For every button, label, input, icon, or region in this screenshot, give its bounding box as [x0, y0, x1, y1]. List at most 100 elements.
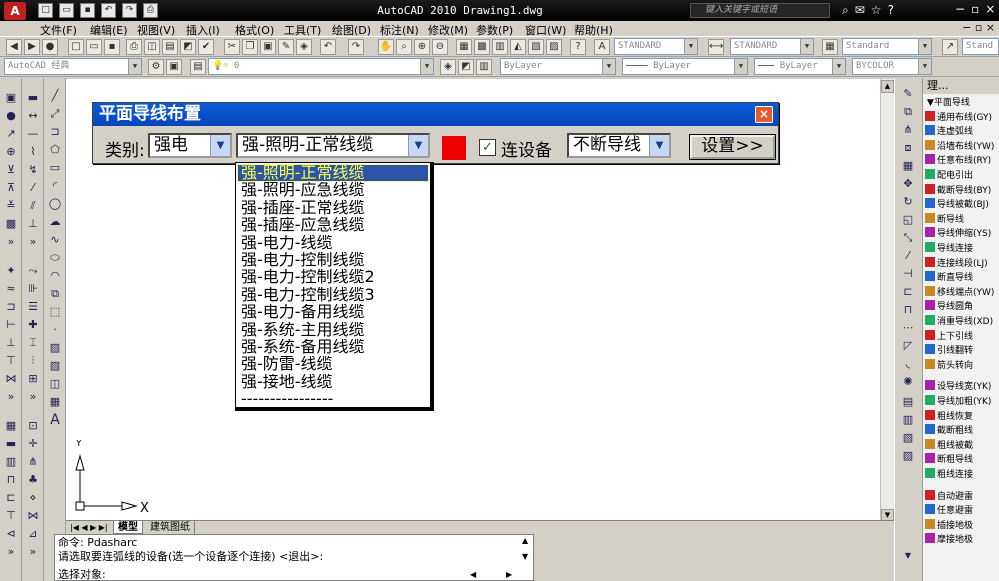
arc-icon[interactable]: ◜ — [47, 178, 63, 194]
command-scroll-down-icon[interactable]: ▼ — [522, 552, 528, 561]
undo-icon[interactable]: ↶ — [101, 3, 116, 18]
wire-color-swatch[interactable] — [442, 136, 466, 160]
screen-menu-item[interactable]: 导线伸缩(YS) — [925, 227, 999, 241]
tool-icon[interactable]: ⋈ — [25, 508, 41, 524]
tool-icon[interactable]: ⊥ — [25, 216, 41, 232]
3d-dwf-icon[interactable]: ◩ — [180, 39, 196, 55]
print-icon[interactable]: ⎙ — [126, 39, 142, 55]
screen-menu-item[interactable]: 任意避雷 — [925, 504, 999, 518]
paste-icon[interactable]: ▣ — [260, 39, 276, 55]
tool-icon[interactable]: ≚ — [3, 198, 19, 214]
screen-menu-item[interactable]: 上下引线 — [925, 329, 999, 344]
tool-icon[interactable]: ♣ — [25, 472, 41, 488]
screen-menu-item[interactable]: 断直导线 — [925, 271, 999, 285]
doc-window-controls[interactable]: − ▫ × — [962, 21, 995, 34]
mtext-icon[interactable]: A — [47, 412, 63, 428]
open-icon[interactable]: ▭ — [86, 39, 102, 55]
zoom-window-icon[interactable]: ⊕ — [414, 39, 430, 55]
toolbar-scroll-icon[interactable]: ▼ — [900, 548, 916, 564]
text-style-select[interactable]: STANDARD ▼ — [614, 38, 698, 55]
tool-icon[interactable]: ↗ — [3, 126, 19, 142]
screen-menu-item[interactable]: 配电引出 — [925, 169, 999, 183]
screen-menu-item[interactable]: 消重导线(XD) — [925, 315, 999, 329]
command-scroll-left-icon[interactable]: ◀ — [470, 570, 476, 579]
tool-icon[interactable]: ▥ — [3, 454, 19, 470]
tool-icon[interactable]: ☰ — [25, 299, 41, 315]
more-icon[interactable]: » — [3, 389, 19, 405]
tool-icon[interactable]: ↯ — [25, 162, 41, 178]
screen-menu-item[interactable]: 导线被截(BJ) — [925, 198, 999, 212]
more-icon[interactable]: » — [3, 234, 19, 250]
workspace-select[interactable]: AutoCAD 经典 ▼ — [4, 58, 142, 75]
tool-icon[interactable]: ▦ — [3, 418, 19, 434]
screen-menu-item[interactable]: 导线连接 — [925, 242, 999, 256]
hatch-icon[interactable]: ▨ — [47, 340, 63, 356]
tool-icon[interactable]: ⋈ — [3, 371, 19, 387]
undo-tb-icon[interactable]: ↶ — [320, 39, 336, 55]
dropdown-option[interactable]: 强-照明-正常线缆 — [237, 164, 429, 182]
mirror-icon[interactable]: ⋔ — [900, 122, 916, 138]
tool-icon[interactable]: ▬ — [25, 90, 41, 106]
screen-menu-item[interactable]: 粗线被截 — [925, 438, 999, 453]
multileader-style-icon[interactable]: ↗ — [942, 39, 958, 55]
save-icon[interactable]: ▪ — [80, 3, 95, 18]
markup-icon[interactable]: ▧ — [528, 39, 544, 55]
tool-icon[interactable]: ⊓ — [3, 472, 19, 488]
tool-icon[interactable]: ⊻ — [3, 162, 19, 178]
break-at-point-icon[interactable]: ⊏ — [900, 284, 916, 300]
design-center-icon[interactable]: ▩ — [474, 39, 490, 55]
wire-mode-select[interactable]: 不断导线 ▼ — [567, 133, 671, 158]
array-icon[interactable]: ▦ — [900, 158, 916, 174]
publish-icon[interactable]: ▤ — [162, 39, 178, 55]
break-icon[interactable]: ⊓ — [900, 302, 916, 318]
menu-dimension[interactable]: 标注(N) — [380, 22, 419, 38]
tab-layout[interactable]: 建筑图纸 — [146, 521, 195, 534]
screen-menu-item[interactable]: 断粗导线 — [925, 453, 999, 467]
screen-menu-item[interactable]: 通用布线(GY) — [925, 110, 999, 125]
dim-style-select[interactable]: STANDARD ▼ — [730, 38, 814, 55]
draworder-icon[interactable]: ▤ — [900, 394, 916, 410]
screen-menu-item[interactable]: 截断导线(BY) — [925, 183, 999, 198]
dropdown-option[interactable]: 强-照明-应急线缆 — [238, 182, 428, 198]
settings-button[interactable]: 设置>> — [689, 134, 776, 160]
plot-icon[interactable]: ⎙ — [143, 3, 158, 18]
tool-icon[interactable]: ⊐ — [3, 299, 19, 315]
layer-previous-icon[interactable]: ◩ — [458, 59, 474, 75]
category-select[interactable]: 强电 ▼ — [148, 133, 232, 158]
dropdown-option[interactable]: 强-插座-应急线缆 — [238, 217, 428, 233]
screen-menu-item[interactable]: 连虚弧线 — [925, 125, 999, 139]
help-tb-icon[interactable]: ? — [570, 39, 586, 55]
color-select[interactable]: ByLayer ▼ — [500, 58, 616, 75]
rotate-icon[interactable]: ↻ — [900, 194, 916, 210]
tool-icon[interactable]: ≈ — [3, 281, 19, 297]
app-logo-icon[interactable]: A — [4, 2, 26, 20]
screen-menu-item[interactable]: ▼平面导线 — [925, 96, 999, 110]
tab-nav-arrows[interactable]: |◀ ◀ ▶ ▶| — [66, 521, 112, 534]
workspace-settings-icon[interactable]: ⚙ — [148, 59, 164, 75]
scroll-up-icon[interactable]: ▲ — [881, 80, 894, 93]
tool-icon[interactable]: ⌇ — [25, 144, 41, 160]
dropdown-option[interactable]: 强-电力-控制线缆 — [238, 252, 428, 268]
gradient-icon[interactable]: ▧ — [47, 358, 63, 374]
zoom-realtime-icon[interactable]: ⌕ — [396, 39, 412, 55]
table-icon[interactable]: ▦ — [47, 394, 63, 410]
screen-menu-item[interactable]: 引线翻转 — [925, 344, 999, 358]
erase-icon[interactable]: ✎ — [900, 86, 916, 102]
construction-line-icon[interactable]: ⤢ — [47, 106, 63, 122]
screen-menu-item[interactable]: 摩接地极 — [925, 533, 999, 547]
menu-edit[interactable]: 编辑(E) — [90, 22, 128, 38]
sheet-set-icon[interactable]: ◭ — [510, 39, 526, 55]
menu-help[interactable]: 帮助(H) — [574, 22, 613, 38]
close-icon[interactable]: × — [985, 2, 995, 16]
binoculars-icon[interactable]: ⌕ — [842, 3, 849, 18]
screen-menu-item[interactable]: 粗线恢复 — [925, 409, 999, 424]
vertical-scrollbar[interactable]: ▲ ▼ — [880, 79, 894, 522]
dropdown-option[interactable]: 强-接地-线缆 — [238, 374, 428, 390]
more-icon[interactable]: » — [25, 389, 41, 405]
layer-manager-icon[interactable]: ▤ — [190, 59, 206, 75]
tool-palettes-icon[interactable]: ▥ — [492, 39, 508, 55]
dim-style-icon[interactable]: ⟷ — [708, 39, 724, 55]
rectangle-icon[interactable]: ▭ — [47, 160, 63, 176]
tool-icon[interactable]: ⊞ — [25, 371, 41, 387]
more-icon[interactable]: » — [25, 544, 41, 560]
